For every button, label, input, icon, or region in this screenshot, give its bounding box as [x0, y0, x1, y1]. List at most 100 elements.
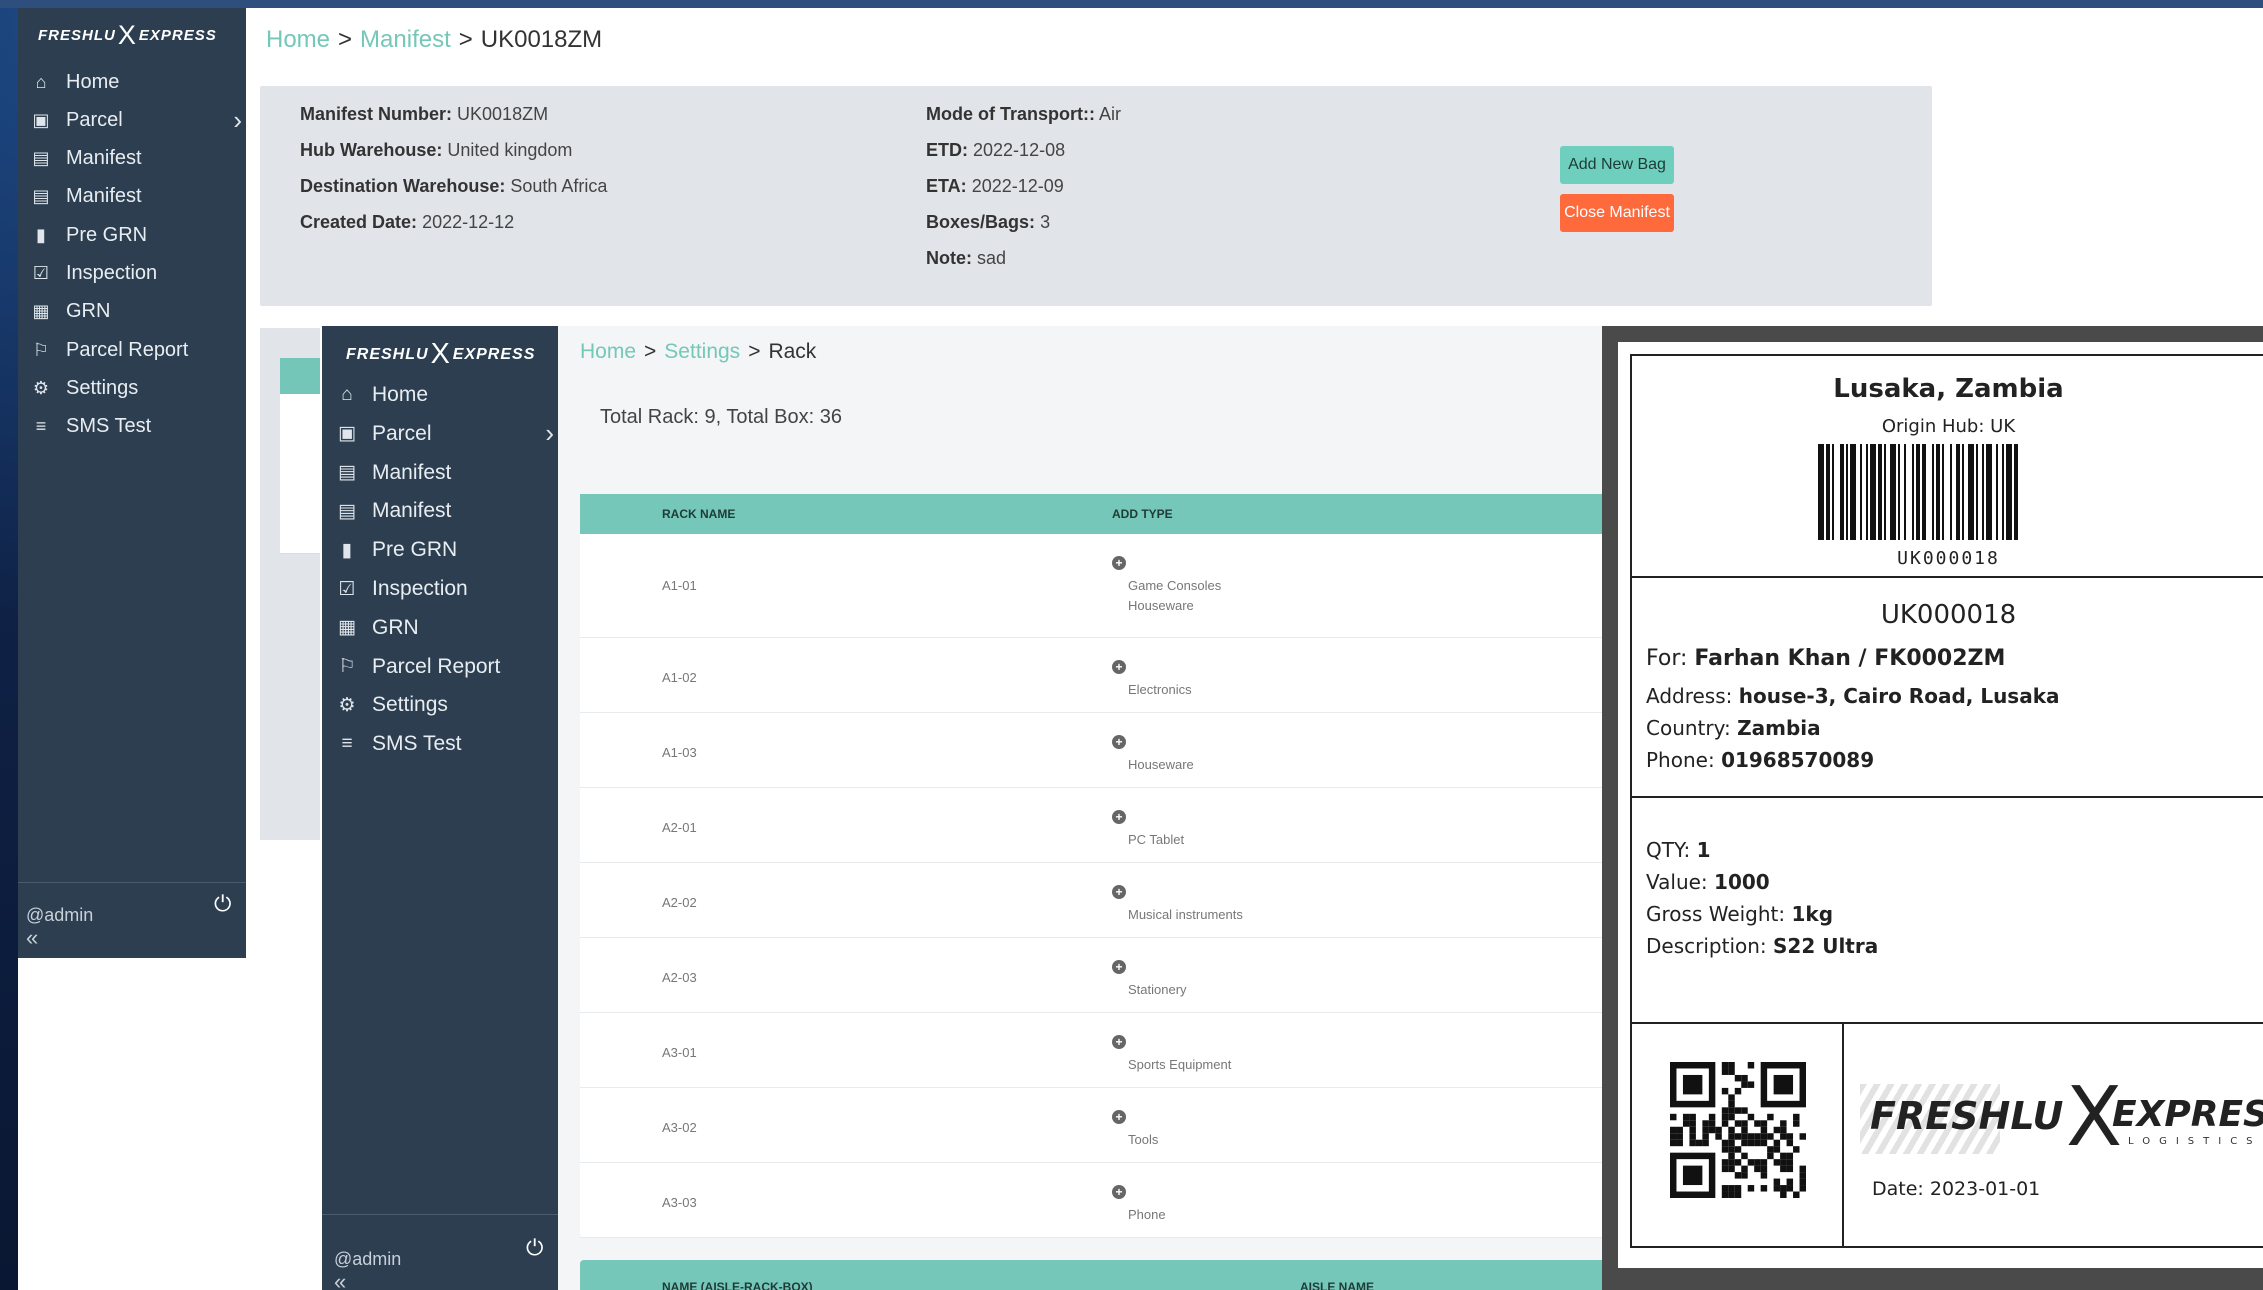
breadcrumb-home-link[interactable]: Home [266, 26, 330, 53]
sidebar-item-manifest[interactable]: ▤ Manifest [332, 492, 554, 530]
add-type-icon[interactable]: + [1112, 960, 1126, 974]
add-type-icon[interactable]: + [1112, 810, 1126, 824]
qr-module [1780, 1120, 1787, 1127]
sidebar-item-sms-test[interactable]: ≡ SMS Test [332, 725, 554, 763]
add-new-bag-button[interactable]: Add New Bag [1560, 146, 1674, 184]
add-type-icon[interactable]: + [1112, 1185, 1126, 1199]
sidebar-item-settings[interactable]: ⚙ Settings [332, 686, 554, 724]
collapse-sidebar-icon[interactable]: « [334, 1269, 346, 1290]
add-type-icon[interactable]: + [1112, 660, 1126, 674]
qr-module [1793, 1113, 1800, 1121]
sidebar-item-settings[interactable]: ⚙ Settings [26, 369, 242, 407]
qr-module [1721, 1120, 1729, 1127]
add-type-icon[interactable]: + [1112, 1110, 1126, 1124]
breadcrumb-manifest-link[interactable]: Manifest [360, 26, 451, 53]
qr-module [1689, 1113, 1696, 1121]
archive-icon: ▤ [338, 500, 356, 522]
qr-module [1734, 1133, 1742, 1140]
sidebar-item-manifest[interactable]: ▤ Manifest [332, 454, 554, 492]
boxes-icon: ▦ [32, 301, 50, 322]
brand-logo[interactable]: FRESHLU X EXPRESS [38, 20, 217, 51]
sidebar-item-manifest[interactable]: ▤ Manifest [26, 178, 242, 216]
field-value: 3 [1040, 212, 1051, 232]
sidebar-item-manifest[interactable]: ▤ Manifest [26, 140, 242, 178]
sidebar-item-home[interactable]: ⌂ Home [332, 376, 554, 414]
chevron-right-icon[interactable]: › [545, 418, 554, 449]
manifest-field: ETD: 2022-12-08 [926, 140, 1065, 161]
sidebar-item-inspection[interactable]: ☑ Inspection [332, 570, 554, 608]
field-label: Manifest Number: [300, 104, 453, 124]
sidebar-item-label: Parcel Report [66, 338, 189, 361]
close-manifest-button[interactable]: Close Manifest [1560, 194, 1674, 232]
sidebar-item-grn[interactable]: ▦ GRN [26, 293, 242, 331]
qr-module [1773, 1126, 1781, 1134]
rack-name-cell: A2-02 [662, 895, 697, 910]
label-brand-logo: FRESHLU X EXPRESS LOGISTICS [1860, 1070, 2263, 1165]
barcode-bar [1912, 444, 1914, 540]
qr-module [1741, 1107, 1748, 1114]
qr-module [1760, 1120, 1768, 1127]
sidebar-item-parcel[interactable]: ▣ Parcel › [332, 415, 554, 453]
column-aisle-name[interactable]: AISLE NAME [1300, 1280, 1374, 1290]
column-rack-name[interactable]: RACK NAME [662, 507, 735, 521]
qr-module [1741, 1133, 1748, 1140]
brand-logo[interactable]: FRESHLU X EXPRESS [346, 338, 535, 371]
sidebar-item-home[interactable]: ⌂ Home [26, 63, 242, 101]
field-value: sad [977, 248, 1007, 268]
qr-module [1760, 1139, 1768, 1147]
qr-module [1728, 1159, 1735, 1166]
sidebar-item-inspection[interactable]: ☑ Inspection [26, 255, 242, 293]
power-icon[interactable]: ⏻ [214, 891, 231, 917]
qr-module [1747, 1113, 1755, 1121]
sidebar-item-parcel-report[interactable]: ⚐ Parcel Report [332, 648, 554, 686]
bag-table-body-partial [280, 394, 320, 554]
breadcrumb-settings-link[interactable]: Settings [664, 340, 740, 363]
add-type-icon[interactable]: + [1112, 885, 1126, 899]
barcode-bar [1996, 444, 1998, 540]
qr-module [1728, 1062, 1735, 1069]
qr-module [1721, 1107, 1729, 1114]
column-add-type[interactable]: ADD TYPE [1112, 507, 1173, 521]
sidebar-item-grn[interactable]: ▦ GRN [332, 609, 554, 647]
label-gross-weight: Gross Weight: 1kg [1646, 902, 1833, 926]
add-type-icon[interactable]: + [1112, 556, 1126, 570]
label-logo-subtitle: LOGISTICS [2128, 1136, 2262, 1147]
sidebar-item-label: Inspection [66, 262, 158, 284]
boxes-icon: ▦ [338, 617, 356, 639]
qr-module [1767, 1113, 1774, 1121]
rack-types-cell: PC Tablet [1128, 830, 1184, 850]
add-type-icon[interactable]: + [1112, 735, 1126, 749]
sidebar-item-sms-test[interactable]: ≡ SMS Test [26, 408, 242, 446]
logo-x: X [430, 338, 451, 370]
type-item: Sports Equipment [1128, 1057, 1232, 1072]
sidebar-item-parcel-report[interactable]: ⚐ Parcel Report [26, 331, 242, 369]
chevron-right-icon[interactable]: › [233, 105, 242, 136]
qr-module [1793, 1120, 1800, 1127]
rack-types-cell: Sports Equipment [1128, 1055, 1231, 1075]
qr-module [1689, 1133, 1696, 1140]
sidebar-item-label: Parcel [66, 108, 123, 131]
barcode-bar [1962, 444, 1964, 540]
sidebar-item-pre-grn[interactable]: ▮ Pre GRN [26, 216, 242, 254]
type-item: Game Consoles [1128, 578, 1222, 593]
country-value: Zambia [1737, 716, 1821, 740]
barcode-bar [1846, 444, 1848, 540]
sidebar-item-parcel[interactable]: ▣ Parcel › [26, 101, 242, 139]
qr-module [1786, 1152, 1794, 1160]
table-row: A3-02 + Tools [580, 1088, 1602, 1163]
address-value: house-3, Cairo Road, Lusaka [1738, 684, 2060, 708]
qr-module [1786, 1165, 1794, 1173]
sidebar-item-label: GRN [372, 615, 419, 639]
add-type-icon[interactable]: + [1112, 1035, 1126, 1049]
column-aisle-rack-box[interactable]: NAME (AISLE-RACK-BOX) [662, 1280, 813, 1290]
breadcrumb-home-link[interactable]: Home [580, 340, 636, 363]
qr-module [1728, 1165, 1735, 1173]
power-icon[interactable]: ⏻ [526, 1235, 543, 1261]
manifest-field: Boxes/Bags: 3 [926, 212, 1050, 233]
sidebar-item-pre-grn[interactable]: ▮ Pre GRN [332, 531, 554, 569]
label-address: Address: house-3, Cairo Road, Lusaka [1646, 684, 2060, 708]
qr-module [1728, 1133, 1735, 1140]
barcode-bar [1884, 444, 1886, 540]
collapse-sidebar-icon[interactable]: « [26, 925, 38, 951]
rack-name-cell: A1-02 [662, 670, 697, 685]
